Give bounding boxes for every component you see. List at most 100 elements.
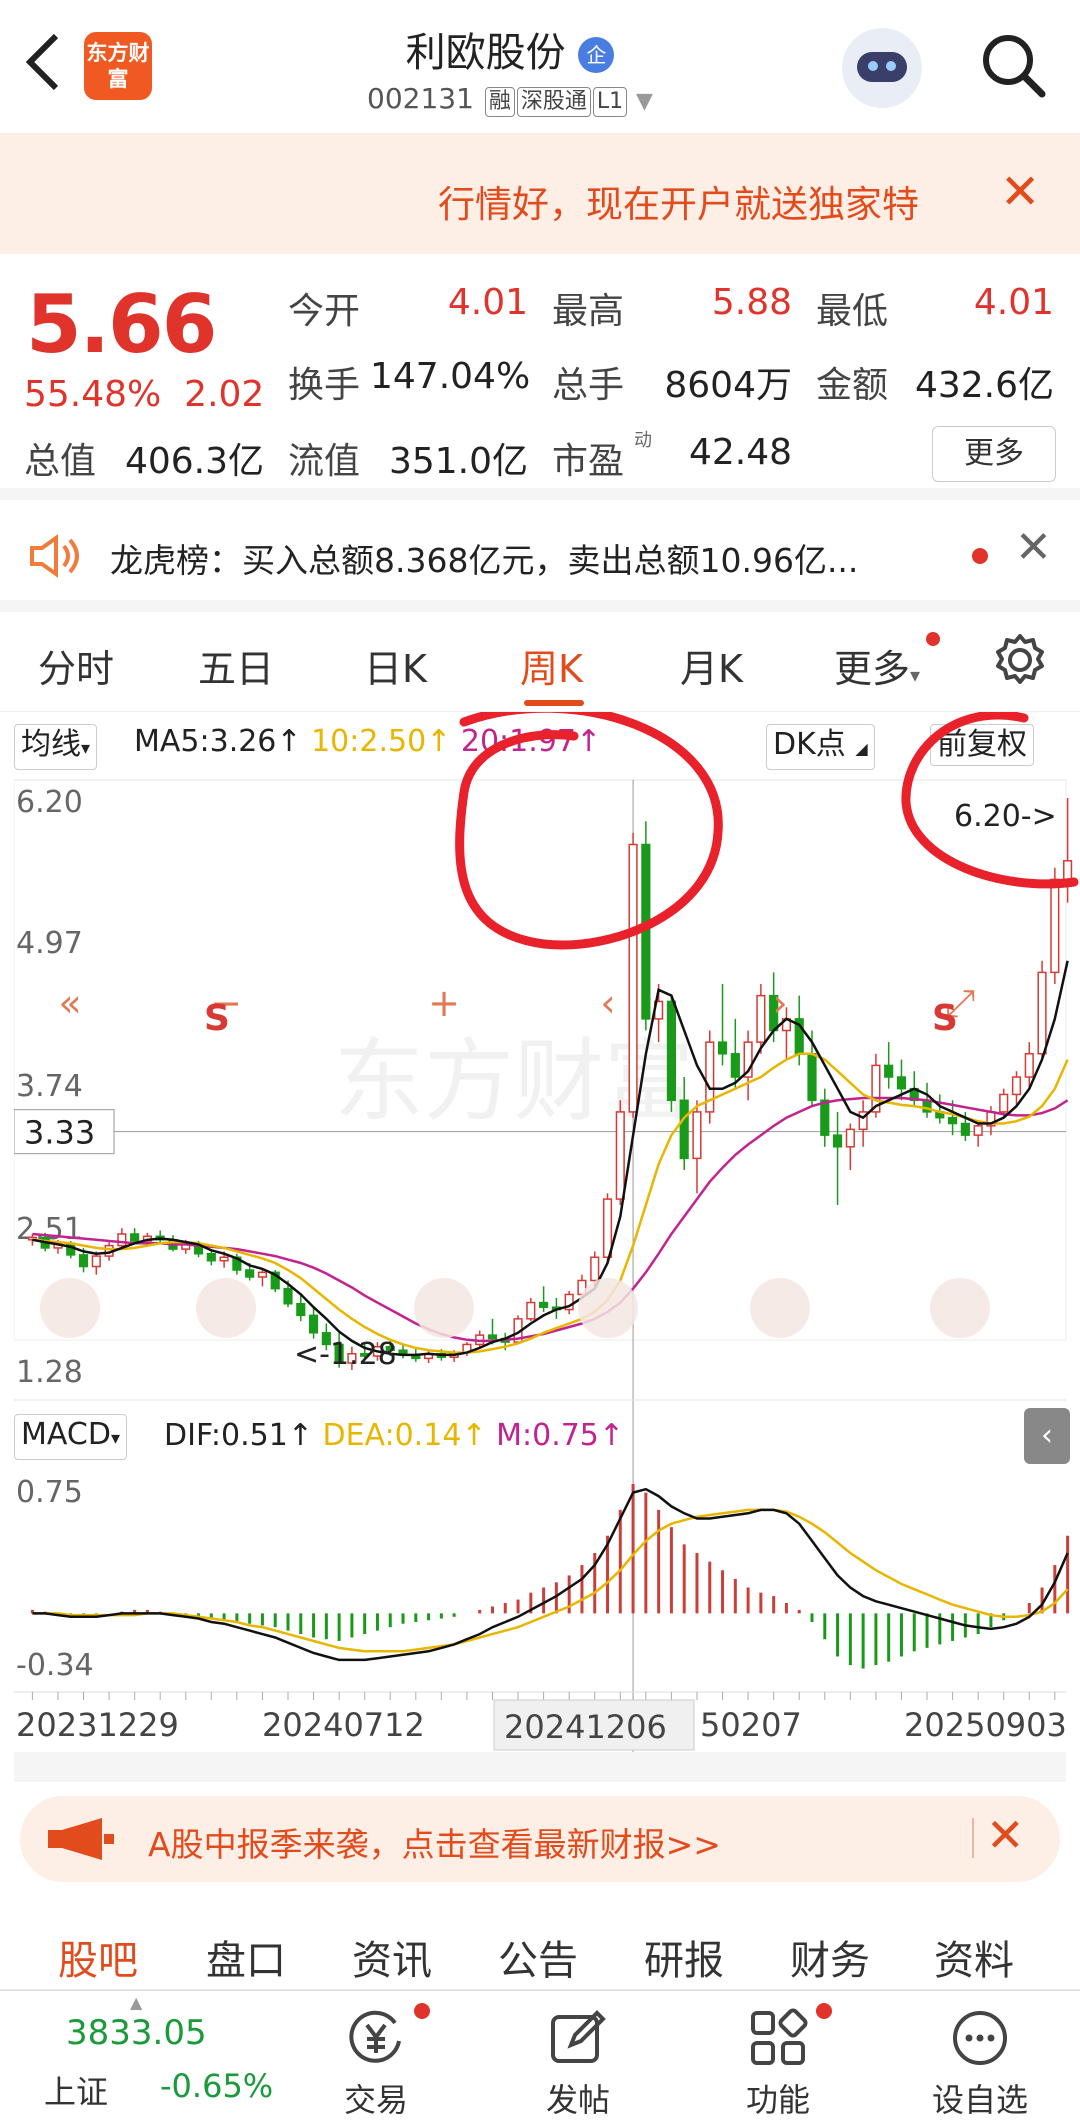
value-high: 5.88: [711, 282, 792, 323]
kline-chart[interactable]: 东方财富6.204.973.742.511.283.336.20-><-1.28…: [14, 712, 1080, 1782]
search-icon[interactable]: [978, 30, 1048, 100]
close-icon[interactable]: ✕: [986, 1808, 1025, 1862]
close-icon[interactable]: ✕: [1000, 164, 1040, 220]
tab-news[interactable]: 资讯: [352, 1928, 432, 1986]
caret-up-icon[interactable]: ▲: [130, 1993, 142, 2012]
edit-icon: [551, 2010, 606, 2063]
tab-weekly-k[interactable]: 周K: [520, 638, 583, 693]
x-tick-label: 20250903: [904, 1706, 1067, 1744]
tab-daily-k[interactable]: 日K: [364, 638, 427, 693]
chevron-left-icon[interactable]: [578, 1278, 638, 1338]
close-icon[interactable]: ✕: [1015, 522, 1052, 573]
functions-button[interactable]: 功能: [708, 2007, 848, 2121]
candle-body: [78, 1254, 89, 1268]
candle-body: [296, 1302, 306, 1317]
tab-forum[interactable]: 股吧: [58, 1928, 138, 1986]
post-label: 发帖: [545, 2081, 610, 2119]
macd-y-tick: -0.34: [16, 1648, 94, 1683]
max-price-label: 6.20->: [954, 799, 1057, 834]
notification-dot: [414, 2003, 430, 2019]
content-tabs: 股吧 盘口 资讯 公告 研报 财务 资料: [0, 1900, 1080, 1990]
candle-body: [948, 1116, 958, 1125]
candle-body: [807, 1053, 817, 1102]
megaphone-icon: [48, 1818, 114, 1860]
candle-body: [526, 1301, 536, 1320]
min-price-label: <-1.28: [294, 1337, 397, 1372]
zoom-in-icon-glyph[interactable]: +: [428, 981, 460, 1025]
tab-intraday[interactable]: 分时: [38, 638, 114, 693]
expand-icon[interactable]: [930, 1278, 990, 1338]
double-chevron-left-icon[interactable]: [40, 1278, 100, 1338]
earnings-promo-bar[interactable]: A股中报季来袭，点击查看最新财报>> ✕: [20, 1796, 1060, 1882]
label-pe: 市盈: [552, 441, 625, 482]
tab-profile[interactable]: 资料: [934, 1928, 1014, 1986]
dea-line: [32, 1508, 1069, 1653]
trade-button[interactable]: 交易: [306, 2007, 446, 2121]
tab-announcements[interactable]: 公告: [498, 1928, 578, 1986]
label-high: 最高: [552, 291, 625, 332]
label-market-cap: 总值: [24, 441, 97, 482]
app-logo: 东方财富: [84, 32, 152, 100]
caret-down-icon[interactable]: ▼: [636, 89, 653, 114]
double-chevron-left-icon-glyph[interactable]: «: [58, 981, 81, 1025]
candle-body: [1050, 878, 1060, 974]
account-promo-banner[interactable]: 行情好，现在开户就送独家特 ✕: [0, 134, 1080, 254]
candle-body: [845, 1128, 855, 1148]
zoom-out-icon[interactable]: [196, 1278, 256, 1338]
candle-body: [756, 994, 766, 1043]
chevron-right-icon-glyph[interactable]: ›: [772, 981, 787, 1025]
candle-body: [91, 1255, 101, 1268]
chevron-left-icon[interactable]: [22, 30, 72, 100]
candle-body: [1037, 971, 1047, 1055]
tag-connect: 深股通: [516, 87, 591, 117]
trade-label: 交易: [343, 2081, 408, 2119]
sell-marker: S: [204, 998, 230, 1039]
tab-financials[interactable]: 财务: [790, 1928, 870, 1986]
yen-circle-icon: [349, 2010, 401, 2063]
tab-more[interactable]: 更多▾: [834, 638, 920, 693]
candle-body: [973, 1125, 983, 1136]
add-watchlist-label: 设自选: [931, 2081, 1028, 2119]
index-value[interactable]: 3833.05: [66, 2013, 207, 2053]
candle-body: [257, 1271, 268, 1278]
candle-body: [692, 1111, 702, 1160]
current-price: 5.66: [26, 278, 217, 371]
zoom-in-icon[interactable]: [414, 1278, 474, 1338]
tab-order-book[interactable]: 盘口: [206, 1928, 286, 1986]
dragon-tiger-bar[interactable]: 龙虎榜：买入总额8.368亿元，卖出总额10.96亿... ✕: [0, 500, 1080, 612]
candle-body: [308, 1314, 319, 1334]
post-button[interactable]: 发帖: [508, 2007, 648, 2121]
value-open: 4.01: [447, 282, 528, 323]
add-watchlist-button[interactable]: 设自选: [910, 2007, 1050, 2121]
value-amount: 432.6亿: [914, 365, 1054, 406]
tab-five-day[interactable]: 五日: [198, 638, 274, 693]
candle-body: [117, 1233, 127, 1247]
value-pe: 42.48: [688, 432, 792, 473]
more-button[interactable]: 更多: [932, 426, 1056, 482]
candle-body: [832, 1134, 843, 1148]
tab-research[interactable]: 研报: [644, 1928, 724, 1986]
candle-body: [717, 1041, 728, 1055]
index-name: 上证: [44, 2073, 109, 2111]
candle-body: [896, 1076, 907, 1090]
change-percent: 55.48%: [24, 374, 162, 415]
candle-body: [219, 1256, 229, 1262]
ma20-line: [32, 1096, 1069, 1343]
gear-icon[interactable]: [990, 630, 1050, 690]
candle-body: [1024, 1053, 1034, 1078]
x-tick-label: 50207: [700, 1706, 802, 1744]
candle-body: [487, 1334, 498, 1340]
candle-body: [679, 1099, 689, 1160]
chevron-right-icon[interactable]: [750, 1278, 810, 1338]
candle-body: [590, 1256, 600, 1282]
tab-monthly-k[interactable]: 月K: [680, 638, 743, 693]
stock-code-row[interactable]: 002131 融深股通 L1 ▼: [300, 82, 720, 117]
robot-assistant-icon[interactable]: [842, 28, 922, 108]
stock-title: 利欧股份 企: [300, 20, 720, 78]
label-open: 今开: [288, 291, 361, 332]
label-float-cap: 流值: [288, 441, 361, 482]
notification-dot: [816, 2003, 832, 2019]
candle-body: [666, 1000, 676, 1102]
change-amount: 2.02: [184, 374, 265, 415]
chevron-left-icon-glyph[interactable]: ‹: [600, 981, 615, 1025]
